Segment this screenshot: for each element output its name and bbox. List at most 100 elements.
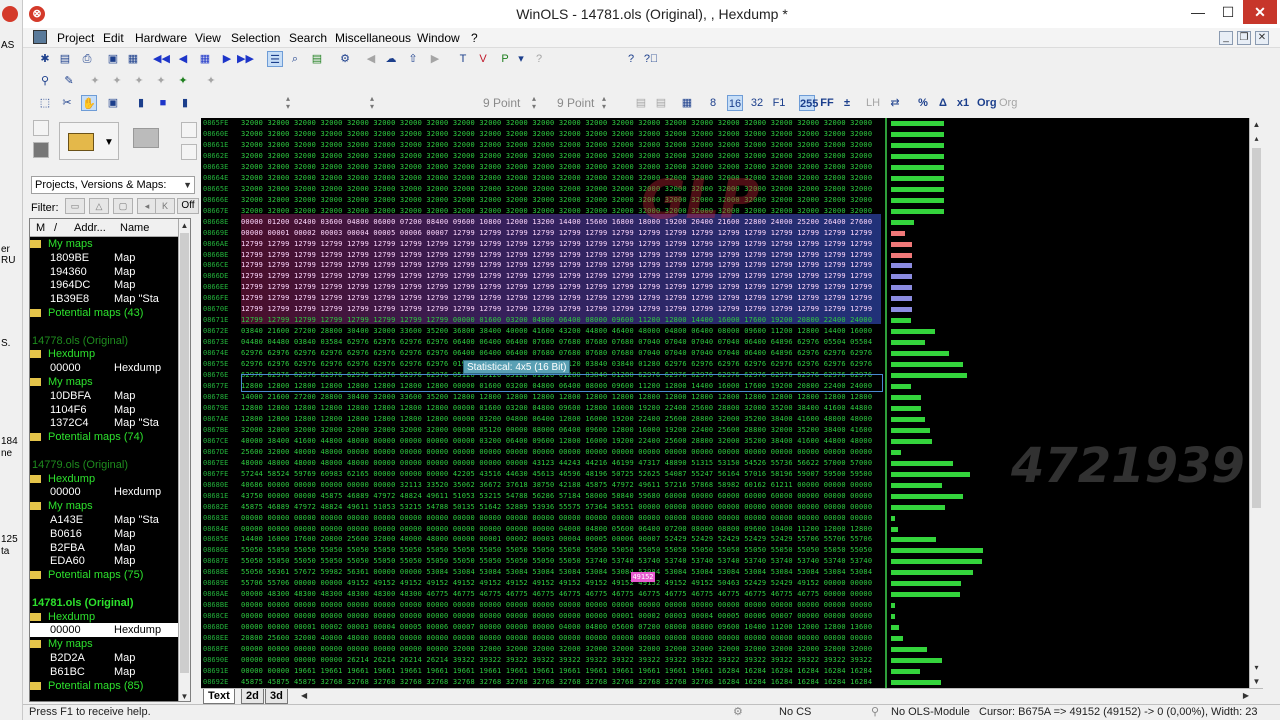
hexdump-row[interactable]: 08674E 62976 62976 62976 62976 62976 6297… — [201, 348, 901, 359]
hexdump-values[interactable]: 55050 56361 57672 59982 56361 00000 0000… — [241, 567, 872, 578]
tree-item[interactable]: 1104F6 Map — [30, 403, 180, 417]
scroll-down-icon[interactable]: ▼ — [179, 692, 190, 701]
hexdump-values[interactable]: 12799 12799 12799 12799 12799 12799 1279… — [241, 282, 872, 293]
hexdump-row[interactable]: 0867EE 48000 48000 48000 48000 48000 0000… — [201, 458, 901, 469]
16bit-icon[interactable]: 16 — [727, 95, 743, 111]
hexdump-row[interactable]: 08667E 32000 32000 32000 32000 32000 3200… — [201, 206, 901, 217]
hexdump-values[interactable]: 45875 45875 45875 32768 32768 32768 3276… — [241, 677, 872, 688]
hexdump-values[interactable]: 55050 55050 55050 55050 55050 55050 5505… — [241, 556, 872, 567]
hexdump-values[interactable]: 62976 62976 62976 62976 62976 62976 6297… — [241, 348, 872, 359]
hexdump-row[interactable]: 0867CE 40000 38400 41600 44800 48000 0000… — [201, 436, 901, 447]
stamp-icon[interactable]: ✎ — [61, 73, 77, 89]
previous-icon[interactable]: ◀ — [175, 51, 191, 67]
marker-icon[interactable]: ✦ — [175, 73, 191, 89]
menu-hardware[interactable]: Hardware — [135, 31, 187, 45]
menu-view[interactable]: View — [195, 31, 221, 45]
windows-icon[interactable]: ▦ — [125, 51, 141, 67]
tree-item[interactable]: 1809BE Map — [30, 251, 180, 265]
spin3-icon[interactable]: ▴ ▾ — [529, 95, 539, 111]
hexdump-row[interactable]: 08684E 00000 00000 00000 00000 00000 0000… — [201, 524, 901, 535]
hexdump-row[interactable]: 0867BE 32000 32000 32000 32000 32000 3200… — [201, 425, 901, 436]
pin5-icon[interactable]: ✦ — [203, 73, 219, 89]
hexdump-row[interactable]: 08661E 32000 32000 32000 32000 32000 3200… — [201, 140, 901, 151]
text-mode-icon[interactable]: ☰ — [267, 51, 283, 67]
decimal-icon[interactable]: 255 — [799, 95, 818, 111]
hexdump-values[interactable]: 00000 00000 00000 00000 00000 00000 0000… — [241, 600, 872, 611]
hexdump-values[interactable]: 03840 21600 27200 28800 30400 32000 3360… — [241, 326, 872, 337]
hexdump-values[interactable]: 20800 25600 32000 40000 48000 00000 0000… — [241, 633, 872, 644]
hexdump-values[interactable]: 00000 00000 00000 00000 00000 00000 0000… — [241, 524, 872, 535]
hexdump-values[interactable]: 14000 21600 27200 28800 30400 32000 3360… — [241, 392, 872, 403]
table2-icon[interactable]: ▤ — [653, 95, 669, 111]
hexdump-values[interactable]: 32000 32000 32000 32000 32000 32000 3200… — [241, 140, 872, 151]
hexdump-values[interactable]: 25600 32000 40000 48000 00000 00000 0000… — [241, 447, 872, 458]
hexdump-scrollbar[interactable]: ▲ ▴ ▾ ▼ — [1249, 118, 1263, 688]
percent-icon[interactable]: % — [915, 95, 931, 111]
hexdump-values[interactable]: 32000 32000 32000 32000 32000 32000 3200… — [241, 173, 872, 184]
tree-item[interactable]: 14781.ols (Original) — [30, 596, 180, 610]
close-button[interactable]: ✕ — [1243, 0, 1277, 24]
mdi-document-icon[interactable] — [33, 30, 47, 44]
horizontal-scrollbar[interactable]: ◀ ▶ — [301, 691, 1249, 703]
hexdump-values[interactable]: 32000 32000 32000 32000 32000 32000 3200… — [241, 162, 872, 173]
scroll-up-icon[interactable]: ▲ — [179, 221, 190, 230]
scroll-right-icon[interactable]: ▶ — [1243, 691, 1249, 700]
tree-item[interactable]: Hexdump — [30, 610, 180, 624]
open-icon[interactable]: ▤ — [57, 51, 73, 67]
hexdump-values[interactable]: 40686 00000 00000 00000 00000 00000 3211… — [241, 480, 872, 491]
tree-item[interactable]: B61BC Map — [30, 665, 180, 679]
menu-selection[interactable]: Selection — [231, 31, 280, 45]
signed-icon[interactable]: ± — [839, 95, 855, 111]
hexdump-row[interactable]: 08673E 04480 04480 03840 03584 62976 6297… — [201, 337, 901, 348]
map-icon[interactable]: ▤ — [309, 51, 325, 67]
hexdump-values[interactable]: 00000 00001 00002 00003 00004 00005 0000… — [241, 228, 872, 239]
tree-item[interactable]: B2D2A Map — [30, 651, 180, 665]
hexdump-row[interactable]: 08680E 40686 00000 00000 00000 00000 0000… — [201, 480, 901, 491]
hexdump-row[interactable]: 0867FE 57244 58524 59769 60983 62165 0000… — [201, 469, 901, 480]
hexdump-values[interactable]: 32000 32000 32000 32000 32000 32000 3200… — [241, 425, 872, 436]
hexdump-values[interactable]: 00000 01200 02400 03600 04800 06000 0720… — [241, 217, 872, 228]
column-address[interactable]: Addr... — [74, 222, 106, 234]
filter-button[interactable]: ◂ — [137, 198, 157, 214]
float-icon[interactable]: F1 — [771, 95, 787, 111]
hexdump-row[interactable]: 08672E 03840 21600 27200 28800 30400 3200… — [201, 326, 901, 337]
hexdump-row[interactable]: 0867DE 25600 32000 40000 48000 00000 0000… — [201, 447, 901, 458]
delta-icon[interactable]: Δ — [935, 95, 951, 111]
orig-diff-icon[interactable]: Org — [999, 95, 1017, 111]
hexdump-values[interactable]: 45875 46889 47972 48824 49611 51053 5321… — [241, 502, 872, 513]
hexdump-values[interactable]: 32000 32000 32000 32000 32000 32000 3200… — [241, 129, 872, 140]
column-name[interactable]: Name — [120, 222, 149, 234]
hexdump-row[interactable]: 08681E 43750 00000 00000 45875 46889 4797… — [201, 491, 901, 502]
next-icon[interactable]: ▶ — [219, 51, 235, 67]
tools-icon[interactable]: ⚙ — [337, 51, 353, 67]
window-icon[interactable]: ▣ — [105, 51, 121, 67]
cut-icon[interactable]: ✂ — [59, 95, 75, 111]
hexdump-values[interactable]: 12800 12800 12800 12800 12800 12800 1280… — [241, 403, 872, 414]
hexdump-values[interactable]: 40000 38400 41600 44800 48000 00000 0000… — [241, 436, 872, 447]
hexdump-values[interactable]: 32000 32000 32000 32000 32000 32000 3200… — [241, 151, 872, 162]
hexdump-row[interactable]: 08679E 12800 12800 12800 12800 12800 1280… — [201, 403, 901, 414]
verify-icon[interactable]: V — [475, 51, 491, 67]
hexdump-row[interactable]: 0868BE 00000 00000 00000 00000 00000 0000… — [201, 600, 901, 611]
hand-icon[interactable]: ✋ — [81, 95, 97, 111]
export-icon[interactable]: P — [497, 51, 513, 67]
hexdump-row[interactable]: 08682E 45875 46889 47972 48824 49611 5105… — [201, 502, 901, 513]
find-icon[interactable]: ⌕ — [287, 51, 303, 67]
minimize-button[interactable]: — — [1183, 0, 1213, 24]
font-size-1[interactable]: 9 Point — [483, 96, 520, 110]
hexdump-row[interactable]: 08688E 55050 56361 57672 59982 56361 0000… — [201, 567, 901, 578]
tree-item[interactable]: 10DBFA Map — [30, 389, 180, 403]
tree-item[interactable]: Potential maps (74) — [30, 430, 180, 444]
save-icon[interactable] — [33, 142, 49, 158]
transfer-icon[interactable] — [131, 124, 163, 152]
scroll-thumb[interactable] — [1252, 148, 1261, 508]
hexdump-row[interactable]: 08669E 00000 00001 00002 00003 00004 0000… — [201, 228, 901, 239]
tree-item[interactable]: My maps — [30, 499, 180, 513]
tree-item[interactable]: B0616 Map — [30, 527, 180, 541]
menu-window[interactable]: Window — [417, 31, 460, 45]
scroll-thumb[interactable] — [180, 233, 189, 673]
hexdump-row[interactable]: 08692E 45875 45875 45875 32768 32768 3276… — [201, 677, 901, 688]
filter-button[interactable]: K — [155, 198, 175, 214]
mdi-minimize-button[interactable]: _ — [1219, 31, 1233, 45]
tree-item[interactable]: 14778.ols (Original) — [30, 334, 180, 348]
